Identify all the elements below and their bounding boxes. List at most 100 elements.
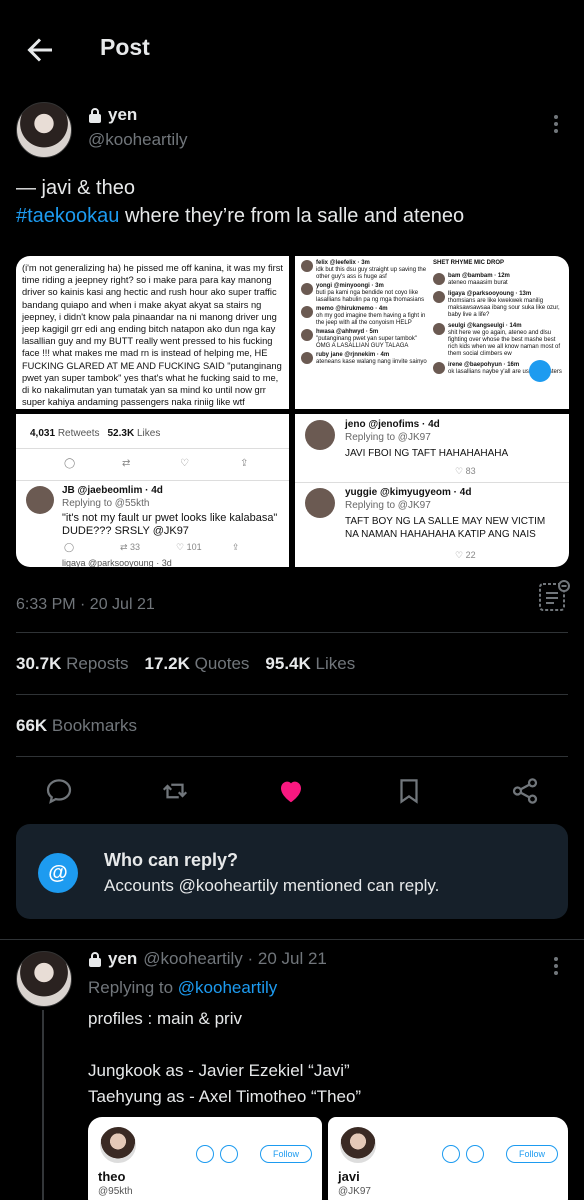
reply-icon[interactable]: [44, 776, 74, 806]
avatar[interactable]: [16, 102, 72, 158]
bookmarks-label: Bookmarks: [51, 716, 137, 735]
action-row: ◯ ⇄ ♡ ⇪: [30, 458, 260, 472]
tweet-text: — javi & theo #taekookau where they’re f…: [16, 174, 571, 230]
comment-text: TAFT BOY NG LA SALLE MAY NEW VICTIM NA N…: [345, 516, 546, 540]
comment-user: seulgi @kangseulgi · 14m: [448, 323, 522, 329]
tweet-text-line2: #taekookau where they’re from la salle a…: [16, 202, 571, 230]
mini-avatar: [433, 273, 445, 285]
notification-icon: [220, 1145, 238, 1163]
back-arrow-icon[interactable]: [22, 32, 58, 68]
profile-card-javi[interactable]: Follow javi @JK97: [328, 1117, 568, 1200]
repost-icon: ⇄: [122, 458, 131, 469]
comment-user: bam @bambam · 12m: [448, 273, 510, 279]
comment-user: ruby jane @rjnnekim · 4m: [316, 352, 390, 358]
like-count-value: 22: [465, 550, 476, 560]
comment-text: buti pa kami nga bendide not coyo like l…: [316, 290, 425, 303]
comment-user: JB @jaebeomlim · 4d: [62, 485, 163, 496]
retweets-label: Retweets: [57, 428, 100, 439]
comment-text: JAVI FBOI NG TAFT HAHAHAHAHA: [345, 448, 509, 459]
comment-user: felix @leefelix · 3m: [316, 260, 370, 266]
comment-text: idk but this dsu guy straight up saving …: [316, 267, 427, 280]
avatar: [98, 1125, 138, 1165]
bookmarks-stat[interactable]: 66K Bookmarks: [16, 716, 137, 736]
profile-card-theo[interactable]: Follow theo @95kth: [88, 1117, 322, 1200]
engagement-stats: 30.7K Reposts 17.2K Quotes 95.4K Likes: [16, 654, 355, 674]
likes-count: 52.3K: [107, 428, 135, 439]
like-count: ♡ 83: [455, 466, 476, 476]
media-image-4[interactable]: jeno @jenofims · 4d Replying to @JK97 JA…: [295, 414, 569, 567]
more-icon[interactable]: [548, 954, 564, 978]
divider: [0, 939, 584, 940]
mini-avatar: [301, 329, 313, 341]
comment-text: oh my god imagine them having a fight in…: [316, 313, 426, 326]
divider: [295, 482, 569, 483]
comment-text: "putanginang pwet yan super tambok" OMG …: [316, 336, 417, 349]
reply-restriction-description: Accounts @kooheartily mentioned can repl…: [104, 876, 440, 895]
quotes-label: Quotes: [194, 654, 250, 673]
message-icon: [196, 1145, 214, 1163]
comment-text: ateneans kase walang nang iinvite sainyo: [316, 359, 427, 365]
retweet-stats: 4,031 Retweets 52.3K Likes: [30, 428, 160, 439]
media-image-2[interactable]: felix @leefelix · 3m idk but this dsu guy…: [295, 256, 569, 409]
thread-line: [42, 1010, 44, 1200]
repost-icon[interactable]: [160, 776, 190, 806]
comment-header: SHET RHYME MIC DROP: [433, 260, 505, 266]
action-bar: [0, 770, 584, 814]
share-icon: ⇪: [240, 458, 249, 469]
mention-icon: @: [38, 853, 78, 893]
author-handle[interactable]: @kooheartily: [88, 130, 187, 150]
analytics-icon[interactable]: [536, 580, 570, 614]
mini-avatar: [305, 420, 335, 450]
profile-handle: @95kth: [98, 1186, 133, 1197]
tweet-text-rest: where they’re from la salle and ateneo: [119, 205, 465, 227]
like-count: ♡ 22: [455, 550, 476, 560]
likes-stat[interactable]: 95.4K Likes: [265, 654, 355, 674]
comment: bam @bambam · 12m ateneo maaasim burat: [433, 273, 563, 287]
mini-avatar: [26, 486, 54, 514]
avatar: [338, 1125, 378, 1165]
bookmark-icon[interactable]: [394, 776, 424, 806]
divider: [16, 480, 289, 481]
comment-user: memo @hirukmemo · 4m: [316, 306, 388, 312]
post-timestamp[interactable]: 6:33 PM · 20 Jul 21: [16, 596, 155, 614]
hashtag-link[interactable]: #taekookau: [16, 205, 119, 227]
reply-author[interactable]: yen @kooheartily · 20 Jul 21: [88, 949, 327, 969]
comment: ruby jane @rjnnekim · 4m ateneans kase wa…: [301, 352, 429, 366]
media-image-3[interactable]: 4,031 Retweets 52.3K Likes ◯ ⇄ ♡ ⇪ JB @j…: [16, 414, 289, 567]
author-name[interactable]: yen: [88, 105, 137, 125]
reply-icon: ◯: [64, 458, 76, 469]
comment-text: thomsians are like kwekwek manilig maksa…: [448, 298, 560, 318]
repost-count: ⇄ 33: [120, 542, 141, 552]
like-count-value: 83: [465, 466, 476, 476]
like-icon: ♡: [180, 458, 189, 469]
mini-avatar: [301, 283, 313, 295]
mini-avatar: [305, 488, 335, 518]
comment-actions: ◯ ⇄ 33 ♡ 101 ⇪: [62, 542, 272, 554]
media-image-1[interactable]: (i'm not generalizing ha) he pissed me o…: [16, 256, 289, 409]
comment: yuggie @kimyugyeom · 4d Replying to @JK9…: [345, 486, 560, 541]
share-icon[interactable]: [510, 776, 540, 806]
quotes-count: 17.2K: [144, 654, 190, 673]
tweet-text-line1: — javi & theo: [16, 177, 135, 199]
mini-avatar: [301, 306, 313, 318]
quotes-stat[interactable]: 17.2K Quotes: [144, 654, 249, 674]
like-icon[interactable]: [276, 776, 306, 806]
comment: seulgi @kangseulgi · 14m shit here we go …: [433, 323, 563, 358]
profile-name: javi: [338, 1169, 360, 1184]
media-grid: (i'm not generalizing ha) he pissed me o…: [16, 256, 569, 567]
replying-to: Replying to @kooheartily: [88, 978, 277, 998]
comments-column-right: SHET RHYME MIC DROP bam @bambam · 12m ate…: [433, 260, 563, 376]
mini-avatar: [433, 362, 445, 374]
display-name-text: yen: [108, 105, 138, 124]
message-icon: [442, 1145, 460, 1163]
likes-stat: 52.3K Likes: [108, 428, 161, 439]
replying-handle[interactable]: @kooheartily: [178, 978, 277, 997]
divider: [16, 694, 568, 695]
comment-user: hwasa @ahhwyd · 5m: [316, 329, 379, 335]
comment-text: shit here we go again, ateneo and dlsu f…: [448, 330, 561, 357]
comment-user: jeno @jenofims · 4d: [345, 419, 440, 430]
more-icon[interactable]: [548, 112, 564, 136]
avatar[interactable]: [16, 951, 72, 1007]
mini-avatar: [433, 323, 445, 335]
reposts-stat[interactable]: 30.7K Reposts: [16, 654, 128, 674]
